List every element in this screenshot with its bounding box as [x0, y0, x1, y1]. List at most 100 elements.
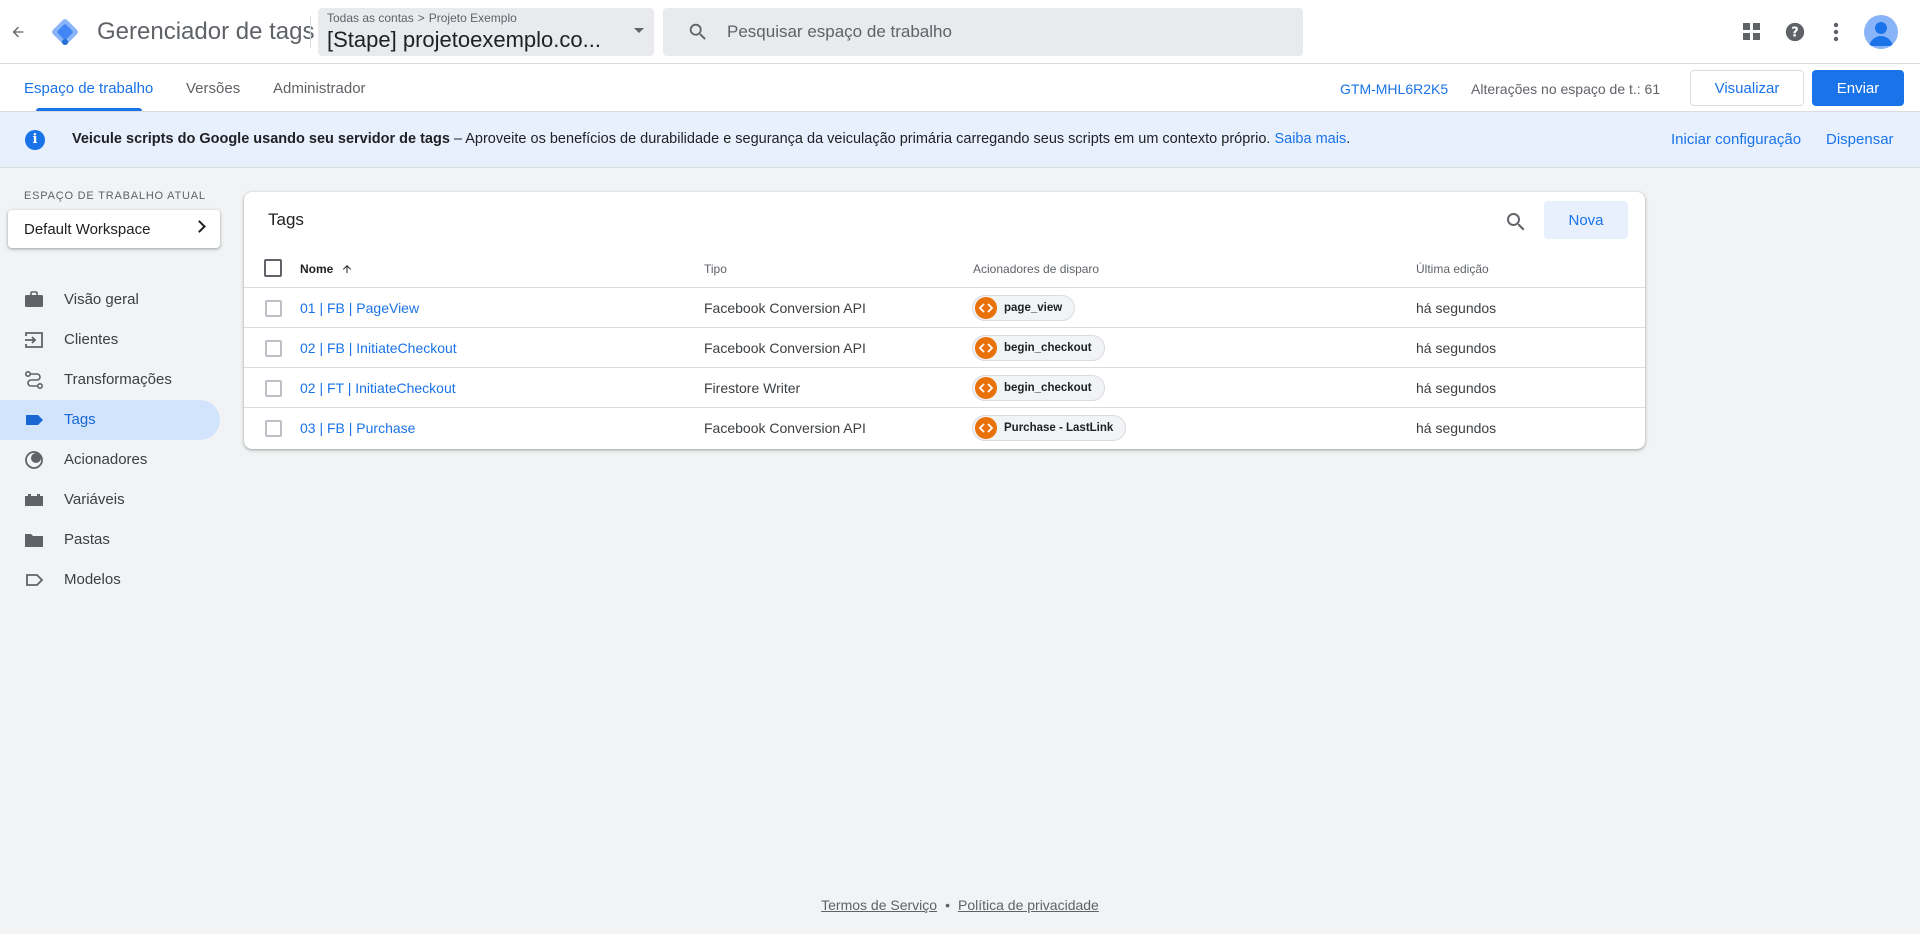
trigger-name: page_view — [1004, 302, 1063, 314]
card-title: Tags — [268, 210, 304, 229]
help-icon[interactable]: ? — [1781, 18, 1809, 46]
arrow-up-icon — [342, 265, 351, 273]
row-checkbox[interactable] — [265, 300, 282, 317]
table-row[interactable]: 02 | FB | InitiateCheckout Facebook Conv… — [244, 328, 1645, 368]
trigger-chip[interactable]: begin_checkout — [972, 375, 1105, 401]
banner-period: . — [1346, 131, 1351, 147]
sidebar-item-clients[interactable]: Clientes — [0, 320, 220, 360]
tag-manager-logo-icon[interactable] — [48, 15, 82, 49]
select-all-checkbox[interactable] — [264, 259, 282, 277]
table-row[interactable]: 03 | FB | Purchase Facebook Conversion A… — [244, 408, 1645, 448]
info-icon: i — [25, 130, 45, 150]
sidebar-item-overview[interactable]: Visão geral — [0, 280, 220, 320]
sidebar-item-templates[interactable]: Modelos — [0, 560, 220, 600]
column-header-name[interactable]: Nome — [300, 262, 353, 276]
start-setup-link[interactable]: Iniciar configuração — [1671, 131, 1801, 148]
page-footer: Termos de Serviço • Política de privacidad… — [0, 897, 1920, 913]
trigger-name: begin_checkout — [1004, 342, 1092, 354]
preview-button[interactable]: Visualizar — [1690, 70, 1804, 106]
sidebar-item-tags[interactable]: Tags — [0, 400, 220, 440]
more-vert-icon[interactable] — [1822, 18, 1850, 46]
sidebar-item-label: Modelos — [64, 571, 121, 588]
container-selector[interactable]: Todas as contas > Projeto Exemplo [Stape] … — [318, 8, 654, 56]
learn-more-link[interactable]: Saiba mais — [1274, 131, 1346, 147]
tag-name-link[interactable]: 03 | FB | Purchase — [300, 420, 415, 436]
column-name-label: Nome — [300, 262, 334, 276]
last-edit: há segundos — [1416, 420, 1497, 436]
workspace-search — [663, 8, 1303, 56]
tab-versions[interactable]: Versões — [186, 80, 240, 97]
row-checkbox[interactable] — [265, 380, 282, 397]
search-icon[interactable] — [1504, 210, 1528, 234]
dismiss-link[interactable]: Dispensar — [1826, 131, 1894, 148]
sidebar-item-folders[interactable]: Pastas — [0, 520, 220, 560]
current-workspace-label: ESPAÇO DE TRABALHO ATUAL — [24, 190, 206, 202]
svg-text:?: ? — [1791, 26, 1798, 41]
tag-name-link[interactable]: 02 | FT | InitiateCheckout — [300, 380, 456, 396]
apps-grid-icon[interactable] — [1738, 18, 1766, 46]
trigger-chip[interactable]: page_view — [972, 295, 1076, 321]
trigger-chip[interactable]: begin_checkout — [972, 335, 1105, 361]
transform-route-icon — [24, 370, 44, 390]
sidebar-item-label: Transformações — [64, 371, 172, 388]
privacy-policy-link[interactable]: Política de privacidade — [958, 897, 1099, 913]
column-header-type[interactable]: Tipo — [704, 262, 727, 276]
row-checkbox[interactable] — [265, 420, 282, 437]
column-header-last-edit[interactable]: Última edição — [1416, 262, 1489, 276]
server-tagging-banner: i Veicule scripts do Google usando seu s… — [0, 112, 1920, 168]
workspace-selector[interactable]: Default Workspace — [8, 210, 220, 248]
tag-name-link[interactable]: 01 | FB | PageView — [300, 300, 419, 316]
new-tag-button[interactable]: Nova — [1544, 201, 1628, 239]
container-id-link[interactable]: GTM-MHL6R2K5 — [1340, 81, 1448, 97]
sidebar-item-label: Pastas — [64, 531, 110, 548]
tag-name-link[interactable]: 02 | FB | InitiateCheckout — [300, 340, 457, 356]
workspace-changes-count: Alterações no espaço de t.: 61 — [1471, 81, 1661, 97]
banner-message: Veicule scripts do Google usando seu ser… — [72, 131, 1350, 147]
sidebar-item-label: Visão geral — [64, 291, 139, 308]
arrow-back-icon[interactable] — [4, 18, 32, 46]
terms-of-service-link[interactable]: Termos de Serviço — [821, 897, 937, 913]
tab-workspace[interactable]: Espaço de trabalho — [24, 80, 153, 97]
tags-card: Tags Nova Nome Tipo Acionadores de dispa… — [244, 192, 1645, 449]
sidebar-item-label: Clientes — [64, 331, 119, 348]
breadcrumb-separator: > — [417, 11, 425, 25]
code-trigger-icon — [975, 417, 997, 439]
sidebar-item-triggers[interactable]: Acionadores — [0, 440, 220, 480]
container-name: [Stape] projetoexemplo.co... — [327, 27, 601, 52]
workspace-name: Default Workspace — [24, 221, 151, 238]
sidebar-item-transformations[interactable]: Transformações — [0, 360, 220, 400]
code-trigger-icon — [975, 377, 997, 399]
search-icon — [689, 23, 706, 40]
account-avatar-icon[interactable] — [1864, 15, 1898, 49]
client-login-icon — [25, 332, 43, 348]
trigger-chip[interactable]: Purchase - LastLink — [972, 415, 1127, 441]
table-header: Nome Tipo Acionadores de disparo Última … — [244, 248, 1645, 288]
breadcrumb-root[interactable]: Todas as contas — [327, 11, 414, 25]
column-header-triggers[interactable]: Acionadores de disparo — [973, 262, 1099, 276]
search-input[interactable] — [727, 18, 1287, 46]
top-app-bar: Gerenciador de tags Todas as contas > Proj… — [0, 0, 1920, 64]
sidebar-item-label: Tags — [64, 411, 96, 428]
tab-admin[interactable]: Administrador — [273, 80, 366, 97]
submit-button[interactable]: Enviar — [1812, 70, 1904, 106]
tag-type: Firestore Writer — [704, 380, 801, 396]
folder-icon — [25, 534, 43, 547]
table-row[interactable]: 02 | FT | InitiateCheckout Firestore Wri… — [244, 368, 1645, 408]
breadcrumb-account[interactable]: Projeto Exemplo — [429, 11, 517, 25]
banner-body: – Aproveite os benefícios de durabilidad… — [449, 131, 1275, 147]
briefcase-icon — [25, 291, 43, 307]
workspace-subnav: Espaço de trabalho Versões Administrador… — [0, 64, 1920, 112]
dropdown-arrow-icon — [634, 28, 644, 33]
trigger-name: begin_checkout — [1004, 382, 1092, 394]
trigger-icon — [25, 451, 43, 469]
row-checkbox[interactable] — [265, 340, 282, 357]
sidebar-item-label: Variáveis — [64, 491, 125, 508]
sidebar-item-variables[interactable]: Variáveis — [0, 480, 220, 520]
header-divider — [310, 16, 311, 48]
table-row[interactable]: 01 | FB | PageView Facebook Conversion A… — [244, 288, 1645, 328]
footer-separator: • — [945, 897, 950, 913]
last-edit: há segundos — [1416, 380, 1497, 396]
banner-title: Veicule scripts do Google usando seu ser… — [72, 131, 450, 147]
product-name: Gerenciador de tags — [97, 18, 315, 45]
chevron-right-icon — [193, 220, 206, 233]
